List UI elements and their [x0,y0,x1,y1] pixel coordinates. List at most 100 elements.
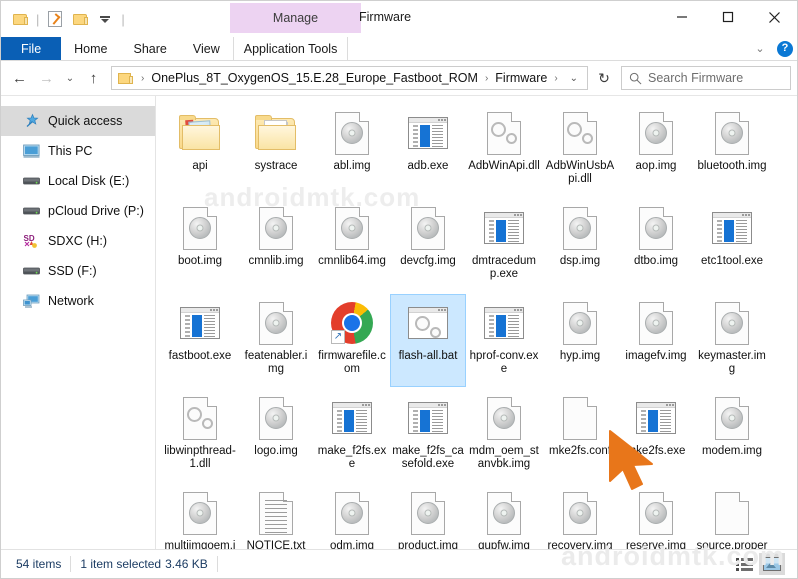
file-icon [480,489,528,537]
file-item[interactable]: adb.exe [390,104,466,197]
breadcrumb-dropdown-icon[interactable]: ⌄ [565,73,583,84]
up-button[interactable]: ↑ [81,65,106,91]
file-item[interactable]: hprof-conv.exe [466,294,542,387]
file-item[interactable]: api [162,104,238,197]
tab-share[interactable]: Share [121,37,180,60]
file-item-selected[interactable]: flash-all.bat [390,294,466,387]
file-item[interactable]: recovery.img [542,484,618,549]
file-item[interactable]: logo.img [238,389,314,482]
file-item[interactable]: dtbo.img [618,199,694,292]
file-item[interactable]: modem.img [694,389,770,482]
file-item[interactable]: reserve.img [618,484,694,549]
file-item[interactable]: dsp.img [542,199,618,292]
file-item[interactable]: hyp.img [542,294,618,387]
monitor-icon [23,143,40,160]
file-item[interactable]: etc1tool.exe [694,199,770,292]
star-pin-icon [23,113,40,130]
minimize-button[interactable] [659,1,705,33]
file-item[interactable]: multiimgoem.img [162,484,238,549]
large-icons-view-button[interactable] [759,553,785,575]
tab-view[interactable]: View [180,37,233,60]
ribbon-right-controls: ⌄ ? [751,38,793,59]
file-item[interactable]: bluetooth.img [694,104,770,197]
sidebar-item-network[interactable]: Network [1,286,155,316]
sidebar-item-pcloud-drive-p[interactable]: pCloud Drive (P:) [1,196,155,226]
breadcrumb-item-0[interactable]: OnePlus_8T_OxygenOS_15.E.28_Europe_Fastb… [149,71,480,85]
file-item[interactable]: imagefv.img [618,294,694,387]
file-item[interactable]: featenabler.img [238,294,314,387]
manage-context-tab[interactable]: Manage [230,3,361,33]
file-item[interactable]: systrace [238,104,314,197]
file-item[interactable]: fastboot.exe [162,294,238,387]
file-item[interactable]: AdbWinApi.dll [466,104,542,197]
file-item[interactable]: qupfw.img [466,484,542,549]
search-input[interactable]: Search Firmware [621,66,791,90]
back-button[interactable]: ← [7,65,32,91]
details-view-button[interactable] [731,553,757,575]
chevron-down-icon[interactable]: ⌄ [751,42,769,55]
file-item[interactable]: keymaster.img [694,294,770,387]
file-item[interactable]: mke2fs.conf [542,389,618,482]
application-file-icon [408,402,448,434]
file-item[interactable]: dmtracedump.exe [466,199,542,292]
dropdown-icon[interactable] [94,8,116,30]
file-name-label: adb.exe [407,160,449,172]
file-item[interactable]: mdm_oem_stanvbk.img [466,389,542,482]
file-item[interactable]: boot.img [162,199,238,292]
file-item[interactable]: libwinpthread-1.dll [162,389,238,482]
breadcrumb-separator-0[interactable]: › [136,73,149,84]
disc-image-file-icon [183,491,217,535]
folder-icon[interactable] [9,8,31,30]
sidebar-item-this-pc[interactable]: This PC [1,136,155,166]
file-item[interactable]: odm.img [314,484,390,549]
file-item[interactable]: NOTICE.txt [238,484,314,549]
forward-button[interactable]: → [34,65,59,91]
sidebar-item-label: Local Disk (E:) [48,174,130,188]
sidebar-item-quick-access[interactable]: Quick access [1,106,155,136]
file-item[interactable]: product.img [390,484,466,549]
file-name-label: featenabler.img [244,350,308,375]
breadcrumb-separator-2[interactable]: › [549,73,562,84]
file-item[interactable]: devcfg.img [390,199,466,292]
breadcrumb-item-1[interactable]: Firmware [493,71,549,85]
file-item[interactable]: source.properties [694,484,770,549]
sd-card-icon: SD [23,233,40,250]
disc-image-file-icon [183,206,217,250]
file-grid: api systrace abl.img adb.exe AdbWinApi.dll Ad… [156,96,797,549]
file-name-label: AdbWinUsbApi.dll [545,160,615,185]
tab-application-tools[interactable]: Application Tools [232,37,349,60]
breadcrumb[interactable]: › OnePlus_8T_OxygenOS_15.E.28_Europe_Fas… [111,66,588,90]
file-icon [252,394,300,442]
file-item[interactable]: cmnlib64.img [314,199,390,292]
file-icon [176,394,224,442]
disc-image-file-icon [715,111,749,155]
sidebar-item-label: Quick access [48,114,123,128]
properties-icon[interactable] [44,8,66,30]
file-item[interactable]: make_f2fs.exe [314,389,390,482]
sidebar-item-sdxc-h[interactable]: SD SDXC (H:) [1,226,155,256]
new-folder-icon[interactable] [69,8,91,30]
breadcrumb-separator-1[interactable]: › [480,73,493,84]
file-item[interactable]: aop.img [618,104,694,197]
maximize-button[interactable] [705,1,751,33]
close-button[interactable] [751,1,797,33]
disc-image-file-icon [411,206,445,250]
file-list-view[interactable]: androidmtk.com api systrace abl.img adb.exe… [156,96,797,549]
help-icon[interactable]: ? [777,40,793,57]
file-name-label: api [192,160,208,172]
file-item[interactable]: make_f2fs_casefold.exe [390,389,466,482]
tab-file[interactable]: File [1,37,62,60]
file-icon [404,394,452,442]
application-file-icon [180,307,220,339]
file-item[interactable]: abl.img [314,104,390,197]
file-item[interactable]: cmnlib.img [238,199,314,292]
tab-home[interactable]: Home [61,37,120,60]
recent-locations-button[interactable]: ⌄ [61,65,79,91]
sidebar-item-local-disk-e[interactable]: Local Disk (E:) [1,166,155,196]
file-item[interactable]: ↗ firmwarefile.com [314,294,390,387]
file-icon [708,489,756,537]
file-item[interactable]: AdbWinUsbApi.dll [542,104,618,197]
refresh-button[interactable]: ↻ [591,66,617,90]
file-item[interactable]: mke2fs.exe [618,389,694,482]
sidebar-item-ssd-f[interactable]: SSD (F:) [1,256,155,286]
